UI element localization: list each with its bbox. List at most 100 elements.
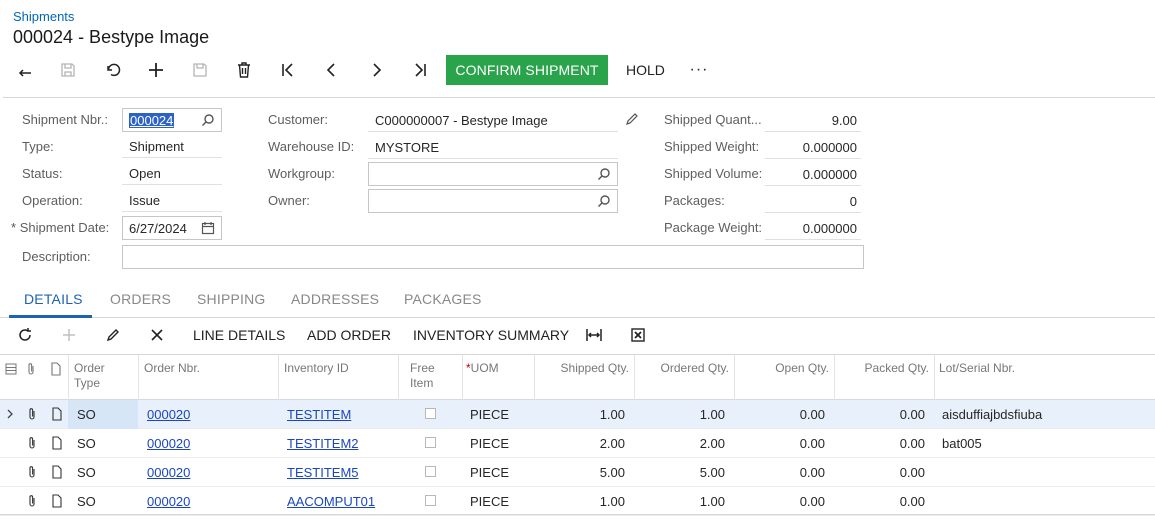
col-inventory-id[interactable]: Inventory ID bbox=[284, 361, 349, 376]
table-row[interactable]: SO 000020 TESTITEM5 PIECE 5.00 5.00 0.00… bbox=[0, 458, 1155, 487]
col-packed-qty[interactable]: Packed Qty. bbox=[834, 361, 929, 376]
cell-ordered-qty[interactable]: 1.00 bbox=[634, 494, 725, 509]
next-record-icon[interactable] bbox=[361, 55, 391, 85]
search-icon[interactable] bbox=[201, 113, 215, 127]
cell-open-qty[interactable]: 0.00 bbox=[734, 436, 825, 451]
cell-order-nbr-link[interactable]: 000020 bbox=[147, 436, 190, 451]
col-uom[interactable]: *UOM bbox=[466, 361, 499, 376]
copy-paste-icon[interactable] bbox=[185, 55, 215, 85]
cell-packed-qty[interactable]: 0.00 bbox=[834, 494, 925, 509]
cell-shipped-qty[interactable]: 1.00 bbox=[534, 407, 625, 422]
more-actions-button[interactable]: ··· bbox=[687, 55, 711, 85]
hold-button[interactable]: HOLD bbox=[626, 55, 665, 85]
last-record-icon[interactable] bbox=[405, 55, 435, 85]
note-icon[interactable] bbox=[51, 465, 63, 479]
cell-order-type[interactable]: SO bbox=[77, 436, 96, 451]
cell-inventory-id-link[interactable]: TESTITEM5 bbox=[287, 465, 359, 480]
cell-inventory-id-link[interactable]: TESTITEM bbox=[287, 407, 351, 422]
row-settings-icon[interactable] bbox=[5, 363, 17, 375]
attachment-icon[interactable] bbox=[26, 465, 38, 479]
cell-order-nbr-link[interactable]: 000020 bbox=[147, 494, 190, 509]
col-open-qty[interactable]: Open Qty. bbox=[734, 361, 829, 376]
add-icon[interactable] bbox=[141, 55, 171, 85]
edit-row-icon[interactable] bbox=[103, 322, 123, 348]
cell-open-qty[interactable]: 0.00 bbox=[734, 407, 825, 422]
tab-orders[interactable]: ORDERS bbox=[110, 291, 171, 307]
table-row[interactable]: SO 000020 TESTITEM PIECE 1.00 1.00 0.00 … bbox=[0, 400, 1155, 429]
attachment-icon[interactable] bbox=[26, 436, 38, 450]
line-details-button[interactable]: LINE DETAILS bbox=[193, 327, 285, 343]
cell-shipped-qty[interactable]: 5.00 bbox=[534, 465, 625, 480]
cell-open-qty[interactable]: 0.00 bbox=[734, 494, 825, 509]
table-row[interactable]: SO 000020 TESTITEM2 PIECE 2.00 2.00 0.00… bbox=[0, 429, 1155, 458]
description-field[interactable] bbox=[122, 245, 864, 269]
cell-order-type[interactable]: SO bbox=[77, 465, 96, 480]
cell-uom[interactable]: PIECE bbox=[470, 407, 509, 422]
confirm-shipment-button[interactable]: CONFIRM SHIPMENT bbox=[446, 55, 608, 85]
cell-uom[interactable]: PIECE bbox=[470, 436, 509, 451]
first-record-icon[interactable] bbox=[273, 55, 303, 85]
warehouse-value[interactable]: MYSTORE bbox=[375, 140, 439, 155]
cell-open-qty[interactable]: 0.00 bbox=[734, 465, 825, 480]
search-icon[interactable] bbox=[597, 194, 611, 208]
cell-lot-serial[interactable]: bat005 bbox=[942, 436, 982, 451]
cell-uom[interactable]: PIECE bbox=[470, 494, 509, 509]
tab-addresses[interactable]: ADDRESSES bbox=[291, 291, 379, 307]
cell-order-type[interactable]: SO bbox=[77, 407, 96, 422]
cell-packed-qty[interactable]: 0.00 bbox=[834, 436, 925, 451]
col-order-type[interactable]: Order Type bbox=[74, 361, 105, 391]
cell-order-nbr-link[interactable]: 000020 bbox=[147, 465, 190, 480]
save-icon[interactable] bbox=[53, 55, 83, 85]
shipment-nbr-field[interactable]: 000024 bbox=[122, 108, 222, 132]
delete-row-icon[interactable] bbox=[147, 322, 167, 348]
breadcrumb-shipments[interactable]: Shipments bbox=[13, 9, 74, 24]
note-icon[interactable] bbox=[51, 407, 63, 421]
attachment-icon[interactable] bbox=[26, 494, 38, 508]
edit-pencil-icon[interactable] bbox=[625, 112, 639, 126]
tab-details[interactable]: DETAILS bbox=[24, 291, 83, 307]
table-row[interactable]: SO 000020 AACOMPUT01 PIECE 1.00 1.00 0.0… bbox=[0, 487, 1155, 516]
add-row-icon[interactable] bbox=[59, 322, 79, 348]
workgroup-field[interactable] bbox=[368, 162, 618, 186]
inventory-summary-button[interactable]: INVENTORY SUMMARY bbox=[413, 327, 569, 343]
col-free-item[interactable]: Free Item bbox=[410, 361, 435, 391]
free-item-checkbox[interactable] bbox=[425, 408, 436, 419]
cell-packed-qty[interactable]: 0.00 bbox=[834, 465, 925, 480]
refresh-icon[interactable] bbox=[15, 322, 35, 348]
free-item-checkbox[interactable] bbox=[425, 466, 436, 477]
free-item-checkbox[interactable] bbox=[425, 437, 436, 448]
customer-value[interactable]: C000000007 - Bestype Image bbox=[375, 113, 548, 128]
cell-shipped-qty[interactable]: 2.00 bbox=[534, 436, 625, 451]
free-item-checkbox[interactable] bbox=[425, 495, 436, 506]
owner-field[interactable] bbox=[368, 189, 618, 213]
cell-inventory-id-link[interactable]: TESTITEM2 bbox=[287, 436, 359, 451]
col-lot-serial[interactable]: Lot/Serial Nbr. bbox=[939, 361, 1015, 376]
cell-ordered-qty[interactable]: 2.00 bbox=[634, 436, 725, 451]
cell-ordered-qty[interactable]: 1.00 bbox=[634, 407, 725, 422]
note-icon[interactable] bbox=[51, 494, 63, 508]
calendar-icon[interactable] bbox=[201, 221, 215, 235]
cell-inventory-id-link[interactable]: AACOMPUT01 bbox=[287, 494, 375, 509]
cell-lot-serial[interactable]: aisduffiajbdsfiuba bbox=[942, 407, 1042, 422]
previous-record-icon[interactable] bbox=[317, 55, 347, 85]
cell-ordered-qty[interactable]: 5.00 bbox=[634, 465, 725, 480]
cell-packed-qty[interactable]: 0.00 bbox=[834, 407, 925, 422]
add-order-button[interactable]: ADD ORDER bbox=[307, 327, 391, 343]
export-excel-icon[interactable] bbox=[628, 322, 648, 348]
search-icon[interactable] bbox=[597, 167, 611, 181]
shipment-date-field[interactable]: 6/27/2024 bbox=[122, 216, 222, 240]
fit-columns-icon[interactable] bbox=[584, 322, 604, 348]
cell-uom[interactable]: PIECE bbox=[470, 465, 509, 480]
note-icon[interactable] bbox=[51, 436, 63, 450]
delete-icon[interactable] bbox=[229, 55, 259, 85]
attachment-icon[interactable] bbox=[26, 407, 38, 421]
col-shipped-qty[interactable]: Shipped Qty. bbox=[534, 361, 629, 376]
tab-shipping[interactable]: SHIPPING bbox=[197, 291, 266, 307]
cell-order-nbr-link[interactable]: 000020 bbox=[147, 407, 190, 422]
tab-packages[interactable]: PACKAGES bbox=[404, 291, 482, 307]
cell-shipped-qty[interactable]: 1.00 bbox=[534, 494, 625, 509]
cell-order-type[interactable]: SO bbox=[77, 494, 96, 509]
cancel-changes-icon[interactable] bbox=[97, 55, 127, 85]
col-ordered-qty[interactable]: Ordered Qty. bbox=[634, 361, 729, 376]
undo-back-icon[interactable] bbox=[10, 55, 40, 85]
